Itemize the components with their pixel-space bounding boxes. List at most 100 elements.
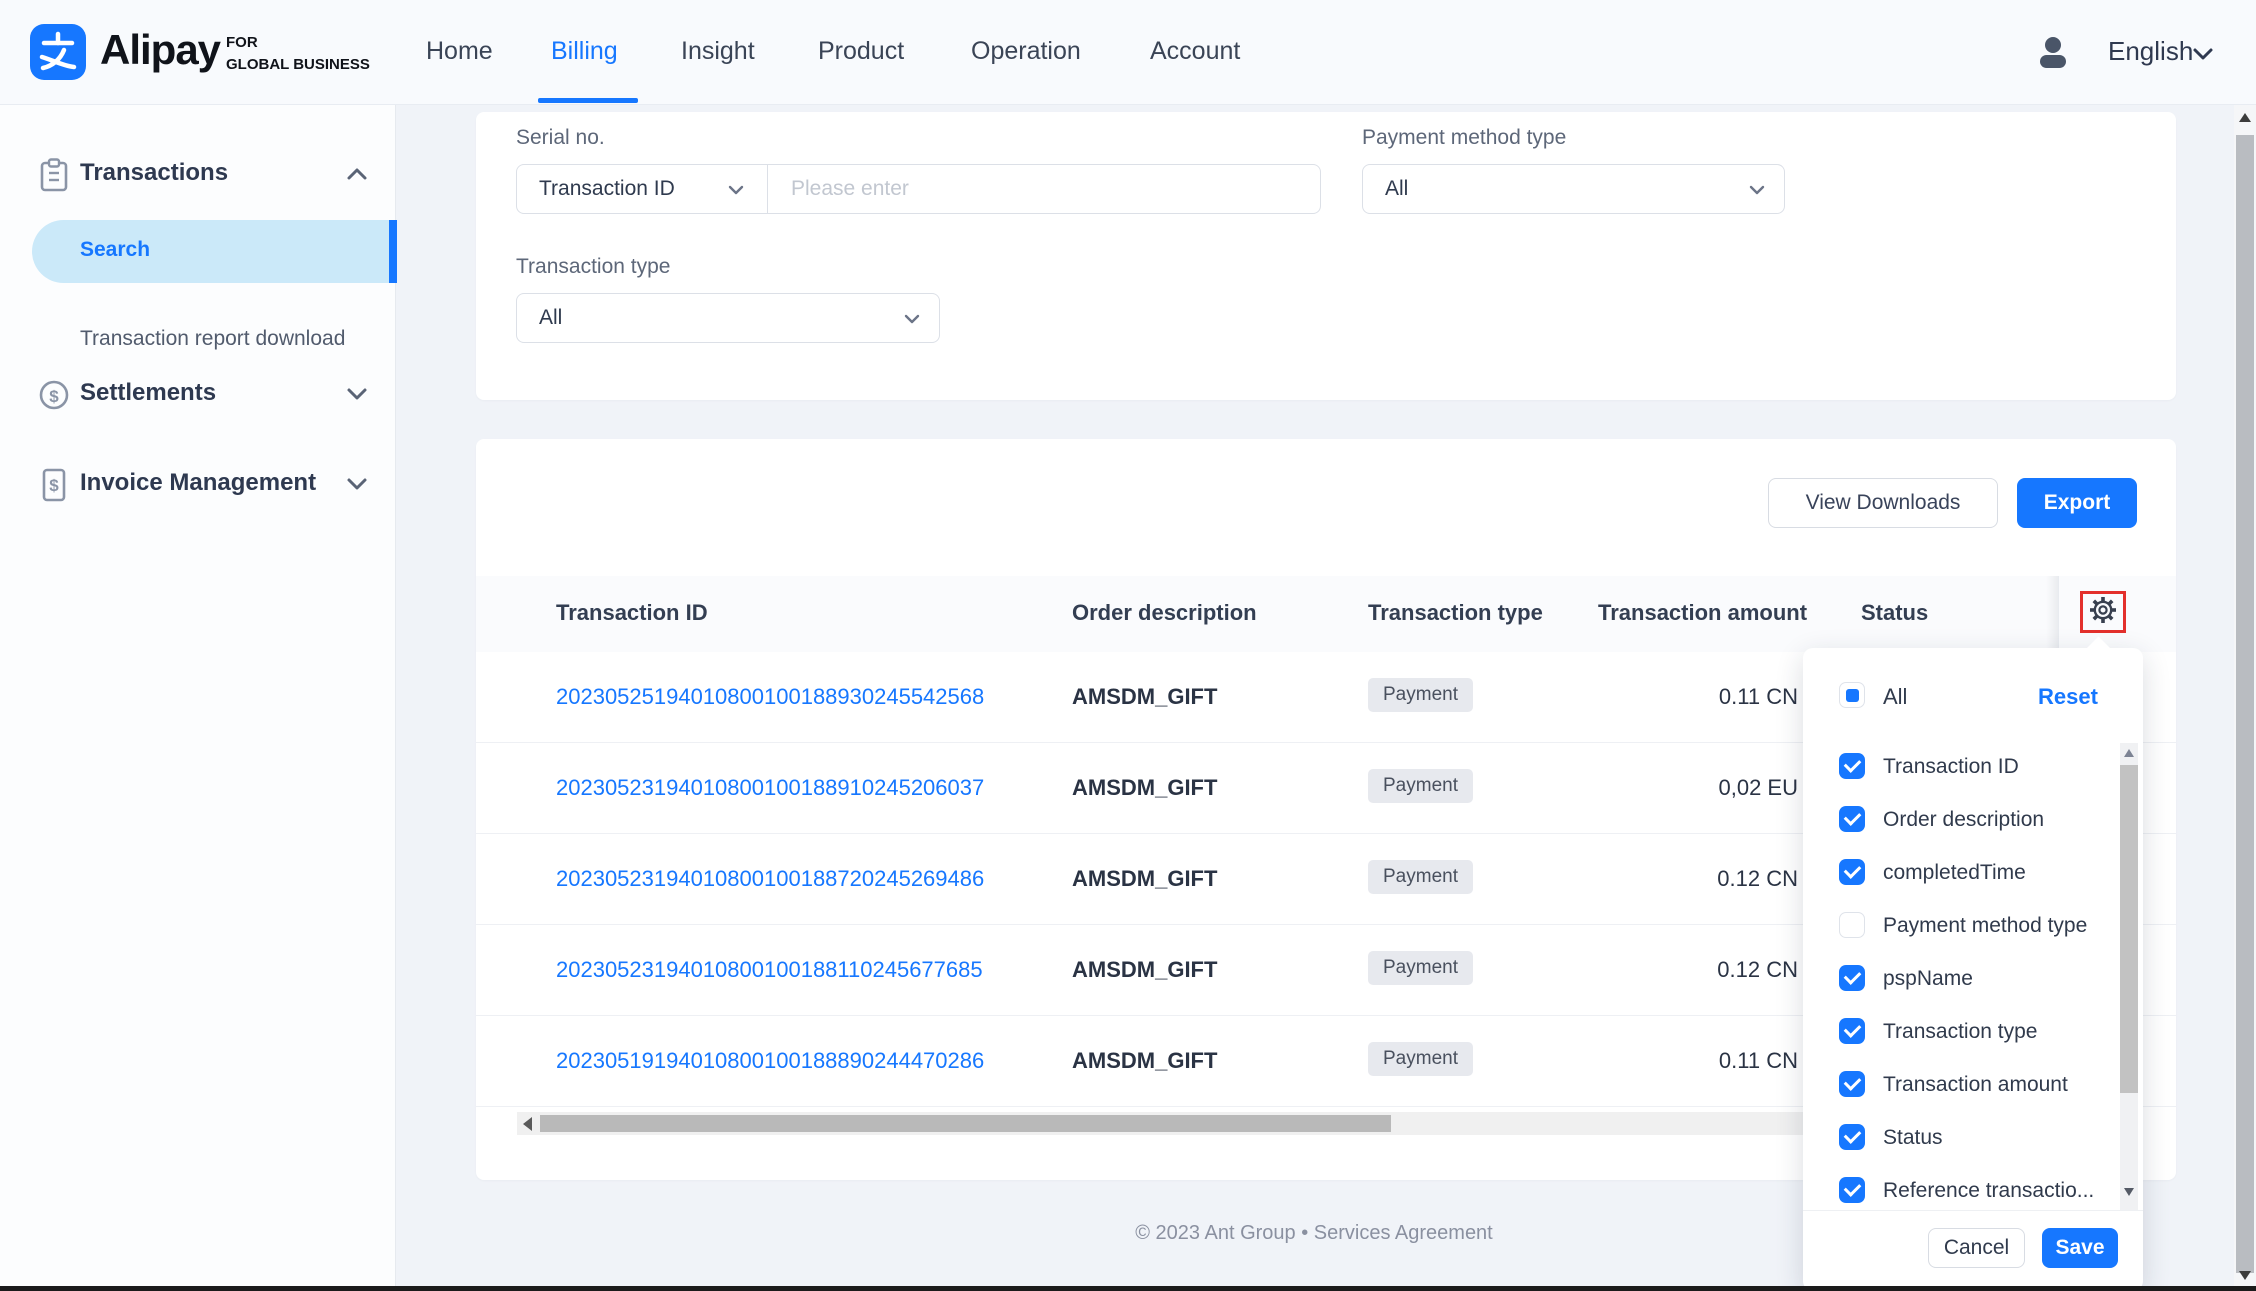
cancel-button[interactable]: Cancel xyxy=(1928,1228,2025,1268)
horizontal-scrollbar-thumb[interactable] xyxy=(540,1115,1391,1132)
sticky-column-shadow xyxy=(2046,576,2058,652)
column-option-row[interactable]: Transaction type xyxy=(1803,1005,2143,1058)
column-option-row[interactable]: Payment method type xyxy=(1803,899,2143,952)
transaction-amount-cell: 0.11 CN xyxy=(1476,684,1798,710)
page-scrollbar-thumb[interactable] xyxy=(2236,135,2254,1273)
user-avatar-icon[interactable] xyxy=(2037,36,2069,70)
payment-method-type-select[interactable]: All xyxy=(1362,164,1785,214)
column-option-row[interactable]: pspName xyxy=(1803,952,2143,1005)
window-bottom-edge xyxy=(0,1286,2256,1291)
transaction-type-label: Transaction type xyxy=(516,255,670,279)
order-description-cell: AMSDM_GIFT xyxy=(1072,1048,1217,1074)
order-description-cell: AMSDM_GIFT xyxy=(1072,684,1217,710)
scroll-down-arrow-icon[interactable] xyxy=(2124,1188,2134,1196)
sidebar-item-label: Invoice Management xyxy=(80,469,316,497)
scroll-left-arrow-icon[interactable] xyxy=(523,1117,532,1131)
column-option-row[interactable]: completedTime xyxy=(1803,846,2143,899)
col-header-status: Status xyxy=(1861,600,1928,626)
transaction-id-link[interactable]: 20230525194010800100188930245542568 xyxy=(556,684,984,710)
payment-method-type-label: Payment method type xyxy=(1362,126,1566,150)
save-button[interactable]: Save xyxy=(2042,1228,2118,1268)
transaction-amount-cell: 0.11 CN xyxy=(1476,1048,1798,1074)
language-selector[interactable]: English xyxy=(2108,0,2193,105)
column-option-row[interactable]: Status xyxy=(1803,1111,2143,1164)
option-checkbox[interactable] xyxy=(1839,965,1865,991)
gear-icon[interactable] xyxy=(2088,595,2118,630)
transaction-amount-cell: 0,02 EU xyxy=(1476,775,1798,801)
chevron-up-icon xyxy=(343,163,371,190)
order-description-cell: AMSDM_GIFT xyxy=(1072,866,1217,892)
top-navbar: Alipay FOR GLOBAL BUSINESS Home Billing … xyxy=(0,0,2256,105)
all-columns-checkbox[interactable] xyxy=(1839,682,1865,708)
order-description-cell: AMSDM_GIFT xyxy=(1072,957,1217,983)
transaction-id-link[interactable]: 20230523194010800100188720245269486 xyxy=(556,866,984,892)
export-button[interactable]: Export xyxy=(2017,478,2137,528)
view-downloads-button[interactable]: View Downloads xyxy=(1768,478,1998,528)
option-checkbox[interactable] xyxy=(1839,1124,1865,1150)
active-item-indicator xyxy=(389,220,397,283)
serial-no-input[interactable]: Please enter xyxy=(791,177,909,201)
transaction-id-link[interactable]: 20230523194010800100188910245206037 xyxy=(556,775,984,801)
option-checkbox[interactable] xyxy=(1839,753,1865,779)
column-options-list: Transaction ID Order description complet… xyxy=(1803,740,2143,1217)
page-vertical-scrollbar[interactable] xyxy=(2234,105,2256,1286)
transaction-type-value: All xyxy=(539,306,562,330)
sidebar-item-transactions[interactable]: Transactions xyxy=(0,147,396,203)
column-option-row[interactable]: Order description xyxy=(1803,793,2143,846)
column-settings-highlight-box xyxy=(2080,591,2126,633)
transaction-type-badge: Payment xyxy=(1368,1042,1473,1076)
sidebar-item-settlements[interactable]: $ Settlements xyxy=(0,367,396,423)
reset-link[interactable]: Reset xyxy=(2038,684,2098,710)
all-columns-label: All xyxy=(1883,684,1907,710)
tagline-top: FOR xyxy=(226,32,370,54)
popup-scrollbar-thumb[interactable] xyxy=(2120,765,2138,1093)
sidebar-item-search[interactable]: Search xyxy=(80,238,150,262)
scroll-up-arrow-icon[interactable] xyxy=(2124,749,2134,757)
divider xyxy=(767,165,768,213)
option-checkbox[interactable] xyxy=(1839,1018,1865,1044)
transaction-type-badge: Payment xyxy=(1368,769,1473,803)
active-tab-underline xyxy=(538,98,638,103)
option-checkbox[interactable] xyxy=(1839,1177,1865,1203)
option-checkbox[interactable] xyxy=(1839,806,1865,832)
sidebar-item-invoice-management[interactable]: $ Invoice Management xyxy=(0,457,396,513)
col-header-transaction-amount: Transaction amount xyxy=(1598,600,1807,626)
col-header-transaction-type: Transaction type xyxy=(1368,600,1543,626)
col-header-order-description: Order description xyxy=(1072,600,1257,626)
option-label: pspName xyxy=(1883,967,1973,991)
nav-item-account[interactable]: Account xyxy=(1150,0,1240,105)
option-checkbox[interactable] xyxy=(1839,1071,1865,1097)
scroll-up-arrow-icon[interactable] xyxy=(2239,113,2251,122)
chevron-down-icon xyxy=(1746,179,1768,206)
alipay-logo-icon xyxy=(30,24,86,80)
sidebar-item-transaction-report-download[interactable]: Transaction report download xyxy=(80,327,345,351)
option-label: completedTime xyxy=(1883,861,2026,885)
transaction-id-link[interactable]: 20230519194010800100188890244470286 xyxy=(556,1048,984,1074)
transaction-id-link[interactable]: 20230523194010800100188110245677685 xyxy=(556,957,983,983)
column-option-row[interactable]: Transaction amount xyxy=(1803,1058,2143,1111)
option-checkbox[interactable] xyxy=(1839,859,1865,885)
svg-text:$: $ xyxy=(49,476,59,495)
option-checkbox[interactable] xyxy=(1839,912,1865,938)
nav-item-operation[interactable]: Operation xyxy=(971,0,1081,105)
sidebar: Transactions Search Transaction report d… xyxy=(0,105,396,1286)
nav-item-insight[interactable]: Insight xyxy=(681,0,755,105)
dollar-circle-icon: $ xyxy=(38,377,70,418)
transaction-amount-cell: 0.12 CN xyxy=(1476,866,1798,892)
col-header-transaction-id: Transaction ID xyxy=(556,600,708,626)
serial-type-select[interactable]: Transaction ID xyxy=(539,177,675,201)
transaction-type-badge: Payment xyxy=(1368,860,1473,894)
transaction-type-select[interactable]: All xyxy=(516,293,940,343)
column-option-row[interactable]: Transaction ID xyxy=(1803,740,2143,793)
chevron-down-icon xyxy=(901,308,923,335)
nav-item-product[interactable]: Product xyxy=(818,0,904,105)
popup-scrollbar[interactable] xyxy=(2120,743,2138,1210)
nav-item-home[interactable]: Home xyxy=(426,0,493,105)
tagline-bottom: GLOBAL BUSINESS xyxy=(226,54,370,76)
table-header-row: Transaction ID Order description Transac… xyxy=(476,576,2176,652)
clipboard-icon xyxy=(38,157,70,198)
svg-text:$: $ xyxy=(49,387,59,406)
chevron-down-icon xyxy=(725,179,747,206)
nav-item-billing[interactable]: Billing xyxy=(551,0,618,105)
scroll-down-arrow-icon[interactable] xyxy=(2239,1271,2251,1280)
